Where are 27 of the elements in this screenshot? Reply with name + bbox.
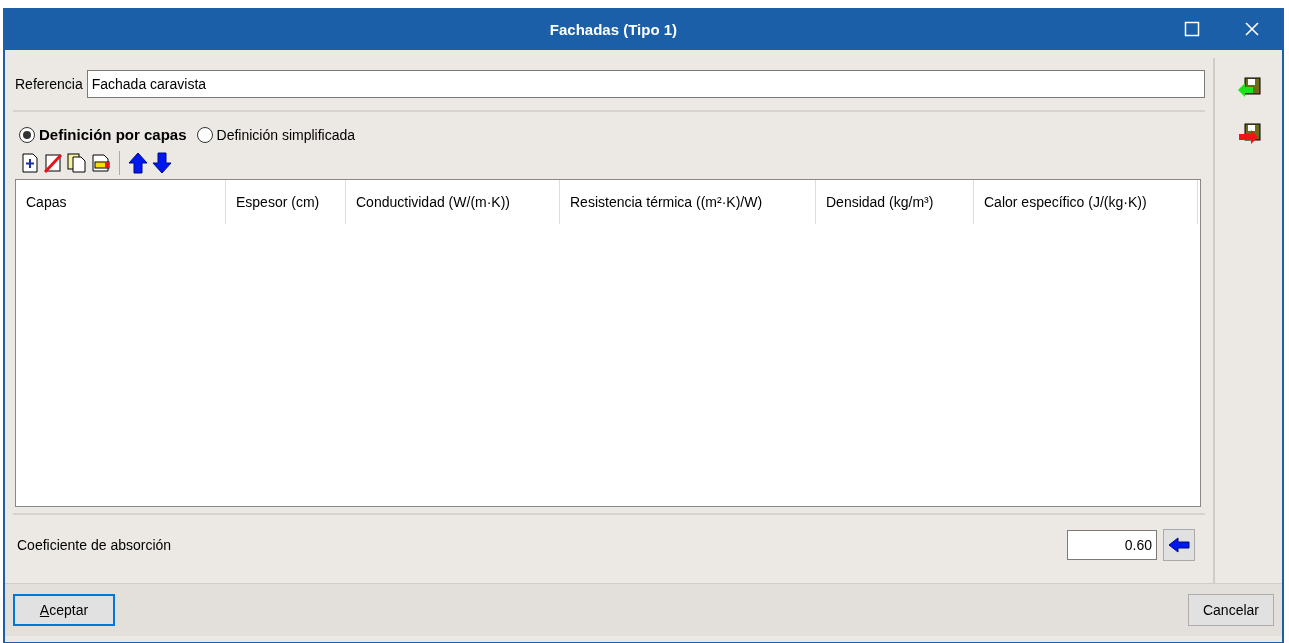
arrow-down-icon[interactable] (152, 152, 172, 174)
delete-layer-icon[interactable] (43, 153, 63, 173)
column-header[interactable]: Espesor (cm) (226, 180, 346, 224)
column-header[interactable]: Calor específico (J/(kg·K)) (974, 180, 1198, 224)
cancel-button[interactable]: Cancelar (1187, 594, 1274, 626)
radio-button[interactable] (196, 126, 213, 143)
apply-button[interactable] (1163, 529, 1195, 561)
reference-field[interactable]: Fachada caravista (86, 70, 1205, 98)
column-header[interactable]: Resistencia térmica ((m²·K)/W) (560, 180, 816, 224)
absorption-field[interactable]: 0.60 (1067, 530, 1157, 560)
absorption-label: Coeficiente de absorción (17, 537, 173, 553)
arrow-left-icon (1168, 537, 1190, 553)
arrow-up-icon[interactable] (128, 152, 148, 174)
radio-label: Definición por capas (39, 126, 187, 143)
column-header[interactable]: Densidad (kg/m³) (816, 180, 974, 224)
radio-button[interactable] (19, 126, 35, 143)
reference-label: Referencia (15, 76, 83, 92)
window-title: Fachadas (Tipo 1) (548, 20, 679, 38)
radio-label: Definición simplificada (216, 126, 356, 143)
column-header[interactable]: Conductividad (W/(m·K)) (346, 180, 560, 224)
accept-button[interactable]: Aceptar (13, 594, 115, 626)
copy-icon[interactable] (67, 153, 87, 173)
edit-layer-icon[interactable] (91, 153, 111, 173)
column-header[interactable]: Capas (16, 180, 226, 224)
close-icon[interactable] (1244, 21, 1260, 37)
add-layer-icon[interactable] (21, 153, 39, 173)
maximize-icon[interactable] (1184, 21, 1200, 37)
